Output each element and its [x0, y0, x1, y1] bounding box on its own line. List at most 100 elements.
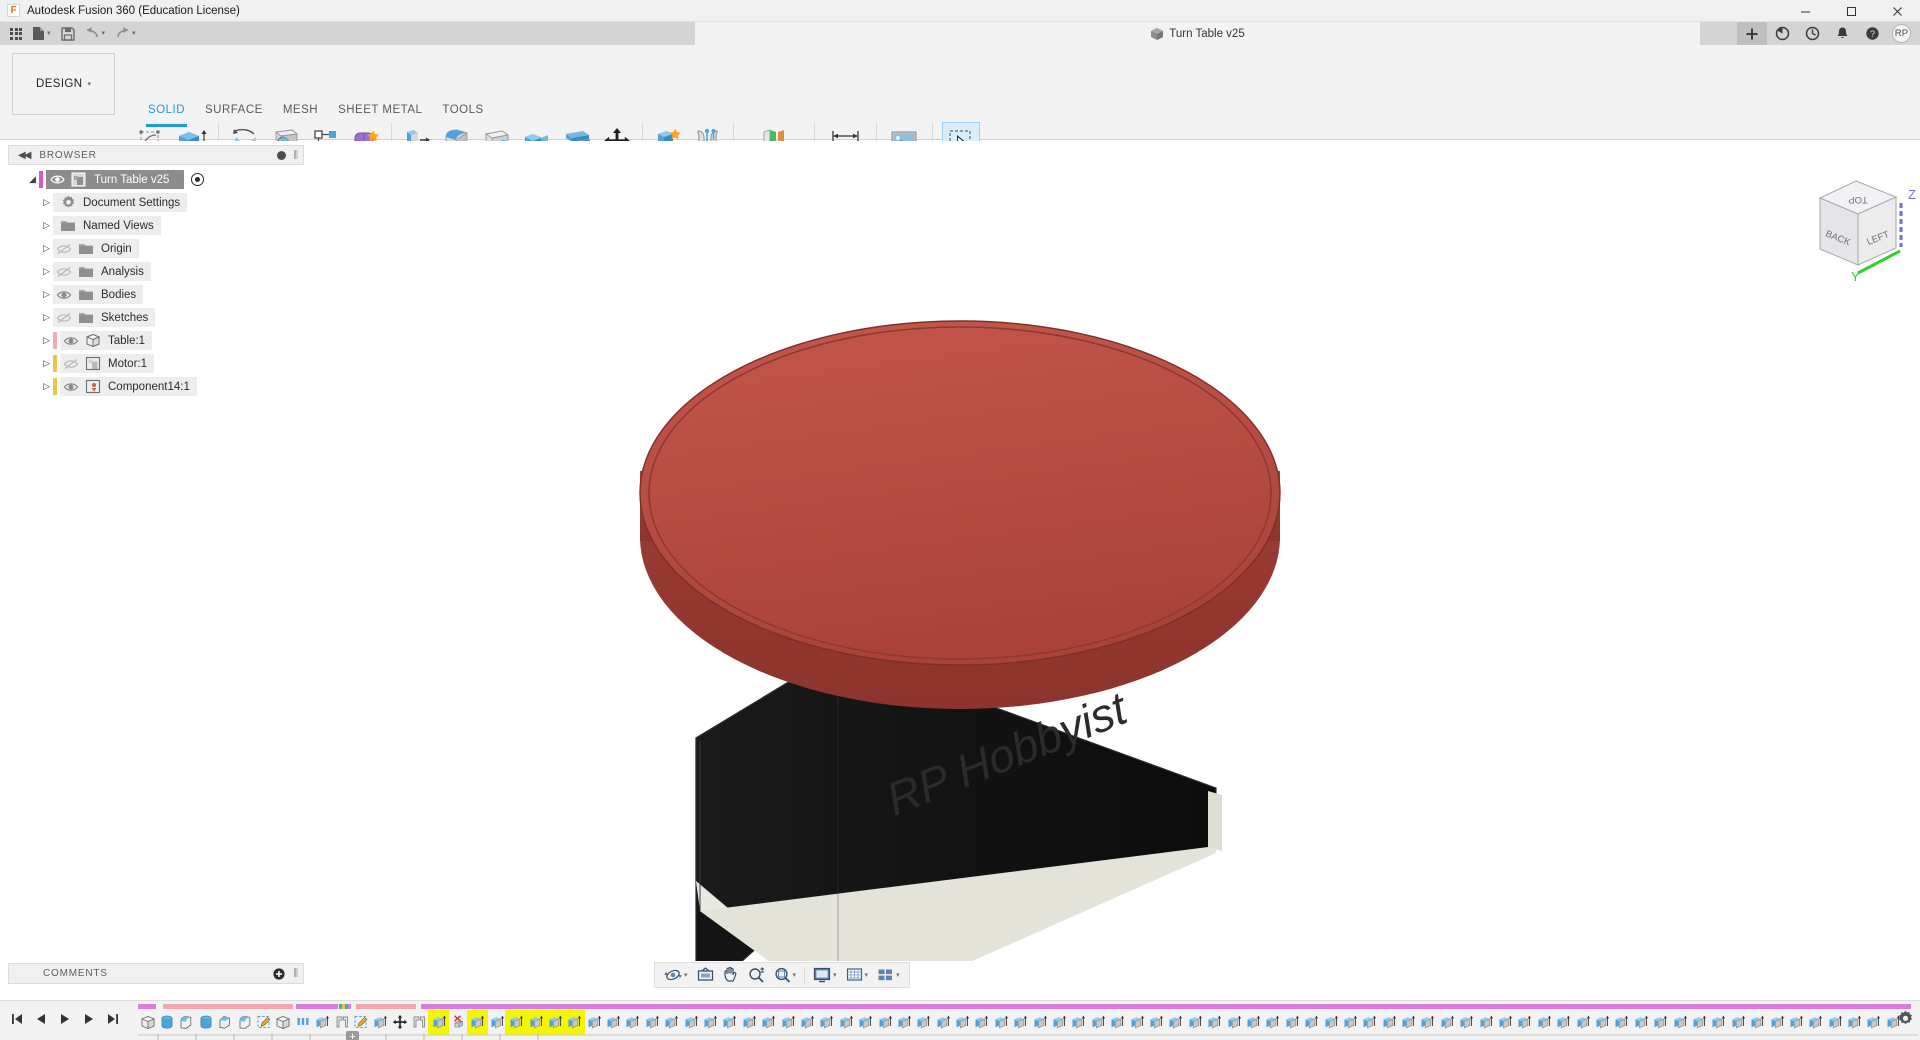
- timeline-feature-extrude[interactable]: [1612, 1011, 1631, 1034]
- timeline-feature-extrude[interactable]: [1282, 1011, 1301, 1034]
- tree-row-document-settings[interactable]: ▷ Document Settings: [8, 191, 304, 214]
- timeline-add-marker-button[interactable]: +: [346, 1031, 359, 1040]
- timeline-feature-extrude[interactable]: [1650, 1011, 1669, 1034]
- tab-surface[interactable]: SURFACE: [195, 104, 273, 122]
- help-icon[interactable]: ?: [1857, 22, 1887, 45]
- tree-row-table-1[interactable]: ▷ Table:1: [8, 329, 304, 352]
- timeline-feature-extrude[interactable]: [1806, 1011, 1825, 1034]
- tree-item-wrap[interactable]: Bodies: [53, 285, 144, 304]
- minimize-button[interactable]: [1782, 0, 1828, 22]
- tree-expand-arrow[interactable]: ▷: [40, 335, 53, 346]
- timeline-feature-extrude[interactable]: [642, 1011, 661, 1034]
- tree-item-wrap[interactable]: Motor:1: [60, 354, 154, 373]
- save-button[interactable]: [57, 23, 79, 44]
- add-comment-icon[interactable]: [273, 967, 285, 980]
- tree-expand-arrow[interactable]: ▷: [40, 289, 53, 300]
- step-back-button[interactable]: [30, 1007, 52, 1031]
- settings-gear-icon[interactable]: [1897, 1010, 1914, 1027]
- apps-grid-icon[interactable]: [6, 23, 26, 44]
- tab-sheet-metal[interactable]: SHEET METAL: [328, 104, 432, 122]
- tree-item-wrap[interactable]: Origin: [53, 239, 139, 258]
- browser-resize-grip[interactable]: ⫼: [293, 150, 298, 161]
- tree-expand-arrow[interactable]: ▷: [40, 266, 53, 277]
- tab-solid[interactable]: SOLID: [138, 104, 195, 127]
- timeline-feature-extrude[interactable]: [1631, 1011, 1650, 1034]
- timeline-feature-extrude[interactable]: [1108, 1011, 1127, 1034]
- step-forward-button[interactable]: [78, 1007, 100, 1031]
- visibility-eye-icon[interactable]: [53, 289, 75, 301]
- tab-tools[interactable]: TOOLS: [432, 104, 493, 122]
- timeline-feature-fillet[interactable]: [177, 1011, 196, 1034]
- timeline-feature-extrude[interactable]: [972, 1011, 991, 1034]
- timeline-feature-extrude[interactable]: [1360, 1011, 1379, 1034]
- timeline-feature-fillet[interactable]: [235, 1011, 254, 1034]
- tree-item-wrap[interactable]: Analysis: [53, 262, 151, 281]
- timeline-feature-extrude[interactable]: [1204, 1011, 1223, 1034]
- timeline-feature-extrude[interactable]: [1166, 1011, 1185, 1034]
- visibility-eye-hidden-icon[interactable]: [60, 358, 82, 370]
- visibility-eye-icon[interactable]: [46, 174, 68, 185]
- maximize-button[interactable]: [1828, 0, 1874, 22]
- timeline-feature-box[interactable]: [138, 1011, 157, 1034]
- timeline-feature-cylinder[interactable]: [157, 1011, 176, 1034]
- timeline-feature-extrude[interactable]: [1185, 1011, 1204, 1034]
- zoom-window-icon[interactable]: ▾: [770, 963, 801, 987]
- timeline-feature-extrude[interactable]: [1592, 1011, 1611, 1034]
- timeline-feature-joint[interactable]: [409, 1011, 428, 1034]
- pan-icon[interactable]: [719, 963, 743, 987]
- timeline-feature-extrude[interactable]: [1321, 1011, 1340, 1034]
- timeline-feature-extrude[interactable]: [1670, 1011, 1689, 1034]
- new-tab-button[interactable]: [1737, 22, 1767, 45]
- timeline-feature-extrude[interactable]: [1476, 1011, 1495, 1034]
- tree-item-wrap[interactable]: Named Views: [53, 216, 161, 235]
- orbit-icon[interactable]: ▾: [660, 963, 692, 987]
- user-avatar[interactable]: RP: [1892, 24, 1911, 43]
- timeline-feature-extrude[interactable]: [1224, 1011, 1243, 1034]
- tree-expand-arrow[interactable]: ▷: [40, 358, 53, 369]
- timeline-feature-extrude[interactable]: [1011, 1011, 1030, 1034]
- display-settings-icon[interactable]: ▾: [809, 963, 841, 987]
- timeline-feature-extrude[interactable]: [855, 1011, 874, 1034]
- timeline-feature-extrude[interactable]: [1437, 1011, 1456, 1034]
- timeline-track[interactable]: +: [138, 1001, 1920, 1040]
- timeline-feature-extrude[interactable]: [505, 1009, 527, 1035]
- timeline-feature-extrude[interactable]: [739, 1011, 758, 1034]
- tree-expand-arrow[interactable]: ▷: [40, 197, 53, 208]
- close-button[interactable]: [1874, 0, 1920, 22]
- undo-button[interactable]: ▾: [81, 23, 110, 44]
- tree-row-component14-1[interactable]: ▷ Component14:1: [8, 375, 304, 398]
- timeline-feature-extrude[interactable]: [778, 1011, 797, 1034]
- timeline-feature-extrude[interactable]: [1418, 1011, 1437, 1034]
- visibility-eye-hidden-icon[interactable]: [53, 243, 75, 255]
- visibility-eye-hidden-icon[interactable]: [53, 266, 75, 278]
- timeline-feature-extrude[interactable]: [1554, 1011, 1573, 1034]
- tree-item-selected-wrap[interactable]: Turn Table v25: [46, 170, 185, 189]
- tree-expand-arrow[interactable]: ▷: [40, 243, 53, 254]
- timeline-feature-pattern[interactable]: [293, 1011, 312, 1034]
- timeline-feature-extrude[interactable]: [1844, 1011, 1863, 1034]
- recent-activity-icon[interactable]: [1797, 22, 1827, 45]
- timeline-feature-extrude[interactable]: [1088, 1011, 1107, 1034]
- timeline-feature-extrude[interactable]: [991, 1011, 1010, 1034]
- jump-to-beginning-button[interactable]: [6, 1007, 28, 1031]
- visibility-eye-hidden-icon[interactable]: [53, 312, 75, 324]
- tree-item-wrap[interactable]: Sketches: [53, 308, 156, 327]
- timeline-feature-extrude[interactable]: [427, 1009, 450, 1035]
- timeline-feature-extrude[interactable]: [563, 1009, 586, 1035]
- notifications-bell-icon[interactable]: [1827, 22, 1857, 45]
- tree-row-sketches[interactable]: ▷ Sketches: [8, 306, 304, 329]
- timeline-feature-extrude[interactable]: [759, 1011, 778, 1034]
- tree-item-wrap[interactable]: Component14:1: [60, 377, 197, 396]
- play-button[interactable]: [54, 1007, 76, 1031]
- timeline-feature-extrude[interactable]: [914, 1011, 933, 1034]
- tree-item-wrap[interactable]: Table:1: [60, 331, 153, 350]
- timeline-feature-extrude[interactable]: [1515, 1011, 1534, 1034]
- tree-item-wrap[interactable]: Document Settings: [53, 193, 188, 212]
- timeline-feature-extrude[interactable]: [1263, 1011, 1282, 1034]
- timeline-feature-extrude[interactable]: [1069, 1011, 1088, 1034]
- timeline-feature-extrude[interactable]: [603, 1011, 622, 1034]
- timeline-feature-extrude[interactable]: [1243, 1011, 1262, 1034]
- timeline-feature-extrude[interactable]: [1146, 1011, 1165, 1034]
- timeline-feature-extrude[interactable]: [1379, 1011, 1398, 1034]
- job-status-icon[interactable]: [1767, 22, 1797, 45]
